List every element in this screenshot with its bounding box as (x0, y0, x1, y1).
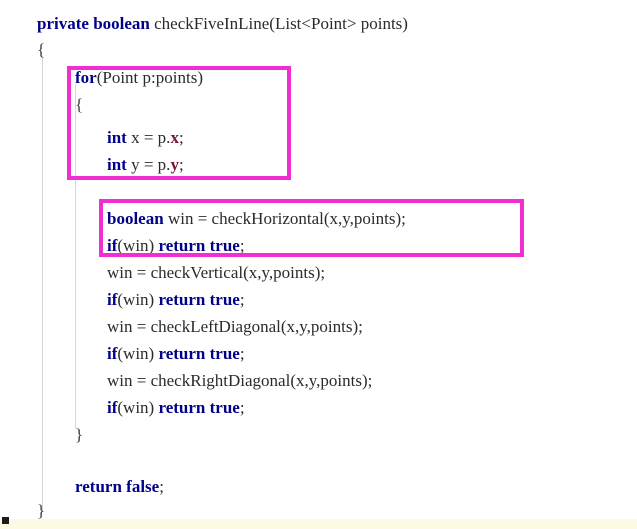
status-strip (0, 519, 637, 529)
line-if-win-3-token-0: if (107, 344, 118, 363)
line-win-leftdiagonal-token-0: win = checkLeftDiagonal(x,y,points); (107, 317, 363, 336)
line-int-x-token-0: int (107, 128, 127, 147)
line-if-win-3-token-2: return (158, 344, 206, 363)
line-int-y-token-2: y (170, 155, 179, 174)
line-if-win-1-token-0: if (107, 236, 118, 255)
line-signature-token-2: boolean (93, 14, 150, 33)
line-win-leftdiagonal[interactable]: win = checkLeftDiagonal(x,y,points); (0, 313, 363, 340)
line-return-false-token-3: ; (159, 477, 164, 496)
line-for-open-brace[interactable]: { (0, 91, 83, 118)
line-if-win-4-token-0: if (107, 398, 118, 417)
line-if-win-1[interactable]: if(win) return true; (0, 232, 245, 259)
line-int-x-token-1: x = p. (126, 128, 171, 147)
line-boolean-win[interactable]: boolean win = checkHorizontal(x,y,points… (0, 205, 406, 232)
line-for-close-brace-token-0: } (75, 425, 84, 444)
line-int-y-token-3: ; (178, 155, 184, 174)
line-if-win-2[interactable]: if(win) return true; (0, 286, 245, 313)
line-return-false-token-2: false (126, 477, 160, 496)
line-for[interactable]: for(Point p:points) (0, 64, 203, 91)
line-if-win-3-token-5: ; (239, 344, 245, 363)
line-boolean-win-token-0: boolean (107, 209, 164, 228)
line-for-close-brace[interactable]: } (0, 421, 83, 448)
line-win-vertical[interactable]: win = checkVertical(x,y,points); (0, 259, 325, 286)
line-for-open-brace-token-0: { (75, 95, 84, 114)
line-if-win-1-token-2: return (158, 236, 206, 255)
line-if-win-4-token-2: return (158, 398, 206, 417)
line-method-open-brace[interactable]: { (0, 36, 45, 63)
line-int-x-token-3: ; (178, 128, 184, 147)
line-if-win-1-token-1: (win) (117, 236, 159, 255)
line-int-y-token-1: y = p. (126, 155, 171, 174)
line-method-close-brace[interactable]: } (0, 497, 45, 519)
line-signature-token-3: checkFiveInLine(List<Point> points) (149, 14, 408, 33)
line-if-win-4-token-5: ; (239, 398, 245, 417)
line-signature[interactable]: private boolean checkFiveInLine(List<Poi… (0, 10, 408, 37)
line-if-win-2-token-1: (win) (117, 290, 159, 309)
line-win-rightdiagonal[interactable]: win = checkRightDiagonal(x,y,points); (0, 367, 372, 394)
line-if-win-2-token-2: return (158, 290, 206, 309)
line-if-win-2-token-0: if (107, 290, 118, 309)
line-win-rightdiagonal-token-0: win = checkRightDiagonal(x,y,points); (107, 371, 373, 390)
line-if-win-2-token-4: true (209, 290, 240, 309)
line-return-false[interactable]: return false; (0, 473, 164, 500)
line-for-token-0: for (75, 68, 97, 87)
line-int-y-token-0: int (107, 155, 127, 174)
code-editor-canvas[interactable]: private boolean checkFiveInLine(List<Poi… (0, 0, 637, 519)
line-int-x[interactable]: int x = p.x; (0, 124, 184, 151)
line-if-win-2-token-5: ; (239, 290, 245, 309)
line-if-win-4-token-1: (win) (117, 398, 159, 417)
line-if-win-3[interactable]: if(win) return true; (0, 340, 245, 367)
line-int-y[interactable]: int y = p.y; (0, 151, 184, 178)
line-method-close-brace-token-0: } (37, 501, 46, 519)
line-return-false-token-0: return (75, 477, 122, 496)
line-method-open-brace-token-0: { (37, 40, 46, 59)
line-if-win-4-token-4: true (209, 398, 240, 417)
line-if-win-1-token-5: ; (239, 236, 245, 255)
line-if-win-3-token-4: true (209, 344, 240, 363)
line-win-vertical-token-0: win = checkVertical(x,y,points); (107, 263, 326, 282)
line-for-token-1: (Point p:points) (96, 68, 203, 87)
line-if-win-4[interactable]: if(win) return true; (0, 394, 245, 421)
line-int-x-token-2: x (170, 128, 179, 147)
line-if-win-3-token-1: (win) (117, 344, 159, 363)
breakpoint-marker-icon[interactable] (2, 517, 9, 524)
line-signature-token-0: private (37, 14, 89, 33)
line-if-win-1-token-4: true (209, 236, 240, 255)
line-boolean-win-token-1: win = checkHorizontal(x,y,points); (163, 209, 406, 228)
